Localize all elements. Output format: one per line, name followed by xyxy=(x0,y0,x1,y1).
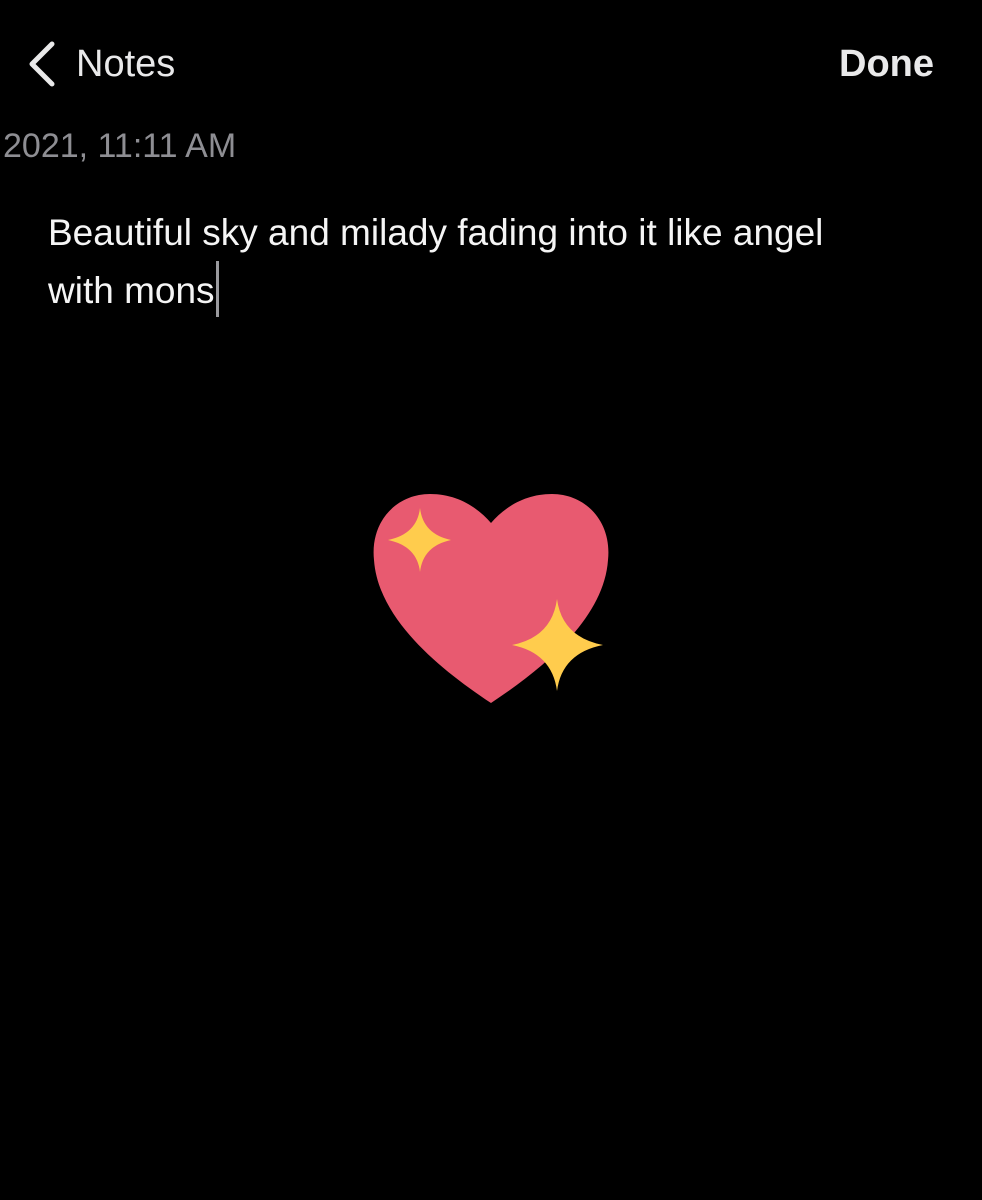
chevron-left-icon xyxy=(29,41,55,87)
note-date: 2021, 11:11 AM xyxy=(3,127,237,165)
back-button-label: Notes xyxy=(76,43,176,85)
back-button[interactable]: Notes xyxy=(26,34,175,94)
note-text-line: with mons xyxy=(48,270,215,311)
note-text-line: Beautiful sky and milady fading into it … xyxy=(48,212,824,253)
sparkling-heart-icon xyxy=(373,494,609,703)
note-text-editor[interactable]: Beautiful sky and milady fading into it … xyxy=(48,204,938,319)
heart-shape xyxy=(373,494,609,703)
text-cursor xyxy=(215,261,219,317)
navigation-bar: Notes Done xyxy=(0,0,982,120)
done-button[interactable]: Done xyxy=(839,34,934,94)
note-text-line-cursor-row: with mons xyxy=(48,261,938,319)
